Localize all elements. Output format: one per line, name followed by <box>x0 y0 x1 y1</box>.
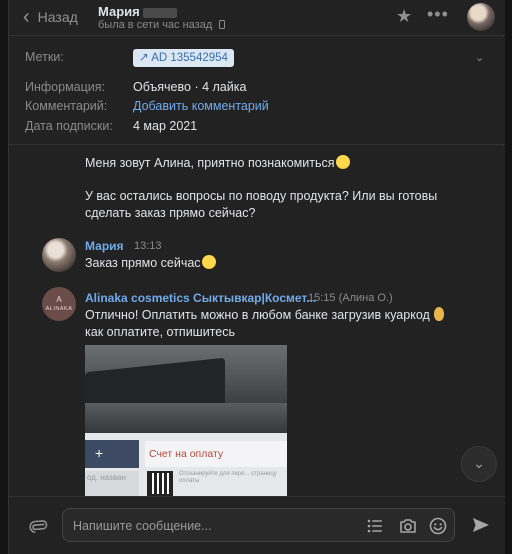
arrow-icon: ↗ <box>139 52 152 64</box>
chat-header: ‹ Назад Мария была в сети час назад ★ ••… <box>9 0 505 36</box>
sender-name[interactable]: Alinaka cosmetics Сыктывкар|Космет... <box>85 291 316 305</box>
qr-code-icon <box>147 471 173 496</box>
subscribed-key: Дата подписки: <box>25 119 113 133</box>
mobile-icon <box>219 20 226 29</box>
emoji-icon <box>335 155 350 169</box>
back-label: Назад <box>37 9 78 25</box>
composer <box>9 496 505 554</box>
chevron-down-icon: ⌄ <box>473 455 485 471</box>
photo-plus: + <box>85 440 139 468</box>
contact-status: была в сети час назад <box>98 19 226 31</box>
message-input-box <box>62 508 455 542</box>
blurred-surname <box>142 7 177 18</box>
more-icon[interactable]: ••• <box>427 4 449 25</box>
message-list: Меня зовут Алина, приятно познакомиться … <box>9 146 505 496</box>
templates-icon[interactable] <box>365 516 385 536</box>
message-input[interactable] <box>73 517 343 535</box>
photo-region <box>85 403 287 433</box>
ad-tag[interactable]: ↗ AD 135542954 <box>133 49 234 67</box>
attach-icon[interactable] <box>20 512 51 543</box>
contact-info-panel: Метки: ↗ AD 135542954 ⌄ Информация: Объя… <box>9 37 505 145</box>
avatar[interactable]: A ALINAKA <box>42 287 76 321</box>
message-text: Меня зовут Алина, приятно познакомиться <box>85 155 480 172</box>
ad-tag-text: AD 135542954 <box>151 52 228 64</box>
comment-key: Комментарий: <box>25 99 108 113</box>
message-text: У вас остались вопросы по поводу продукт… <box>85 189 438 220</box>
message-time: 13:13 <box>134 240 162 252</box>
message-text: Заказ прямо сейчас <box>85 255 480 272</box>
camera-icon[interactable] <box>398 516 418 536</box>
avatar-brand: ALINAKA <box>45 306 73 312</box>
back-button[interactable]: ‹ Назад <box>23 6 78 28</box>
message-body: Заказ прямо сейчас <box>85 256 201 270</box>
scroll-down-button[interactable]: ⌄ <box>461 446 497 482</box>
add-comment-link[interactable]: Добавить комментарий <box>133 99 269 113</box>
message-body: Отлично! Оплатить можно в любом банке за… <box>85 308 430 322</box>
ok-hand-emoji-icon <box>434 307 445 321</box>
labels-key: Метки: <box>25 50 64 64</box>
status-text: была в сети час назад <box>98 19 213 31</box>
message-time: 15:15 (Алина О.) <box>308 292 393 304</box>
information-key: Информация: <box>25 80 106 94</box>
photo-side-text: од. назван <box>85 471 139 496</box>
star-icon[interactable]: ★ <box>396 6 412 27</box>
attached-photo[interactable]: + Счет на оплату од. назван Отсканируйте… <box>85 345 287 496</box>
contact-name[interactable]: Мария <box>98 4 177 19</box>
message-text: Отлично! Оплатить можно в любом банке за… <box>85 307 480 341</box>
emoji-picker-icon[interactable] <box>428 516 448 536</box>
chat-window: ‹ Назад Мария была в сети час назад ★ ••… <box>8 0 505 554</box>
avatar[interactable] <box>42 238 76 272</box>
send-icon[interactable] <box>471 515 491 540</box>
avatar-monogram: A <box>56 295 62 304</box>
photo-bill-label: Счет на оплату <box>145 441 287 467</box>
emoji-icon <box>201 255 216 269</box>
sender-name[interactable]: Мария <box>85 239 124 253</box>
chevron-left-icon: ‹ <box>23 6 30 28</box>
chevron-down-icon[interactable]: ⌄ <box>475 51 484 64</box>
photo-small-text: Отсканируйте для пере... страницу оплаты <box>179 471 277 484</box>
information-value: Объячево · 4 лайка <box>133 80 247 94</box>
message-body: как оплатите, отпишитесь <box>85 325 235 339</box>
contact-avatar[interactable] <box>467 3 495 31</box>
contact-name-text: Мария <box>98 4 140 19</box>
subscribed-value: 4 мар 2021 <box>133 119 198 133</box>
message-body: Меня зовут Алина, приятно познакомиться <box>85 156 335 170</box>
